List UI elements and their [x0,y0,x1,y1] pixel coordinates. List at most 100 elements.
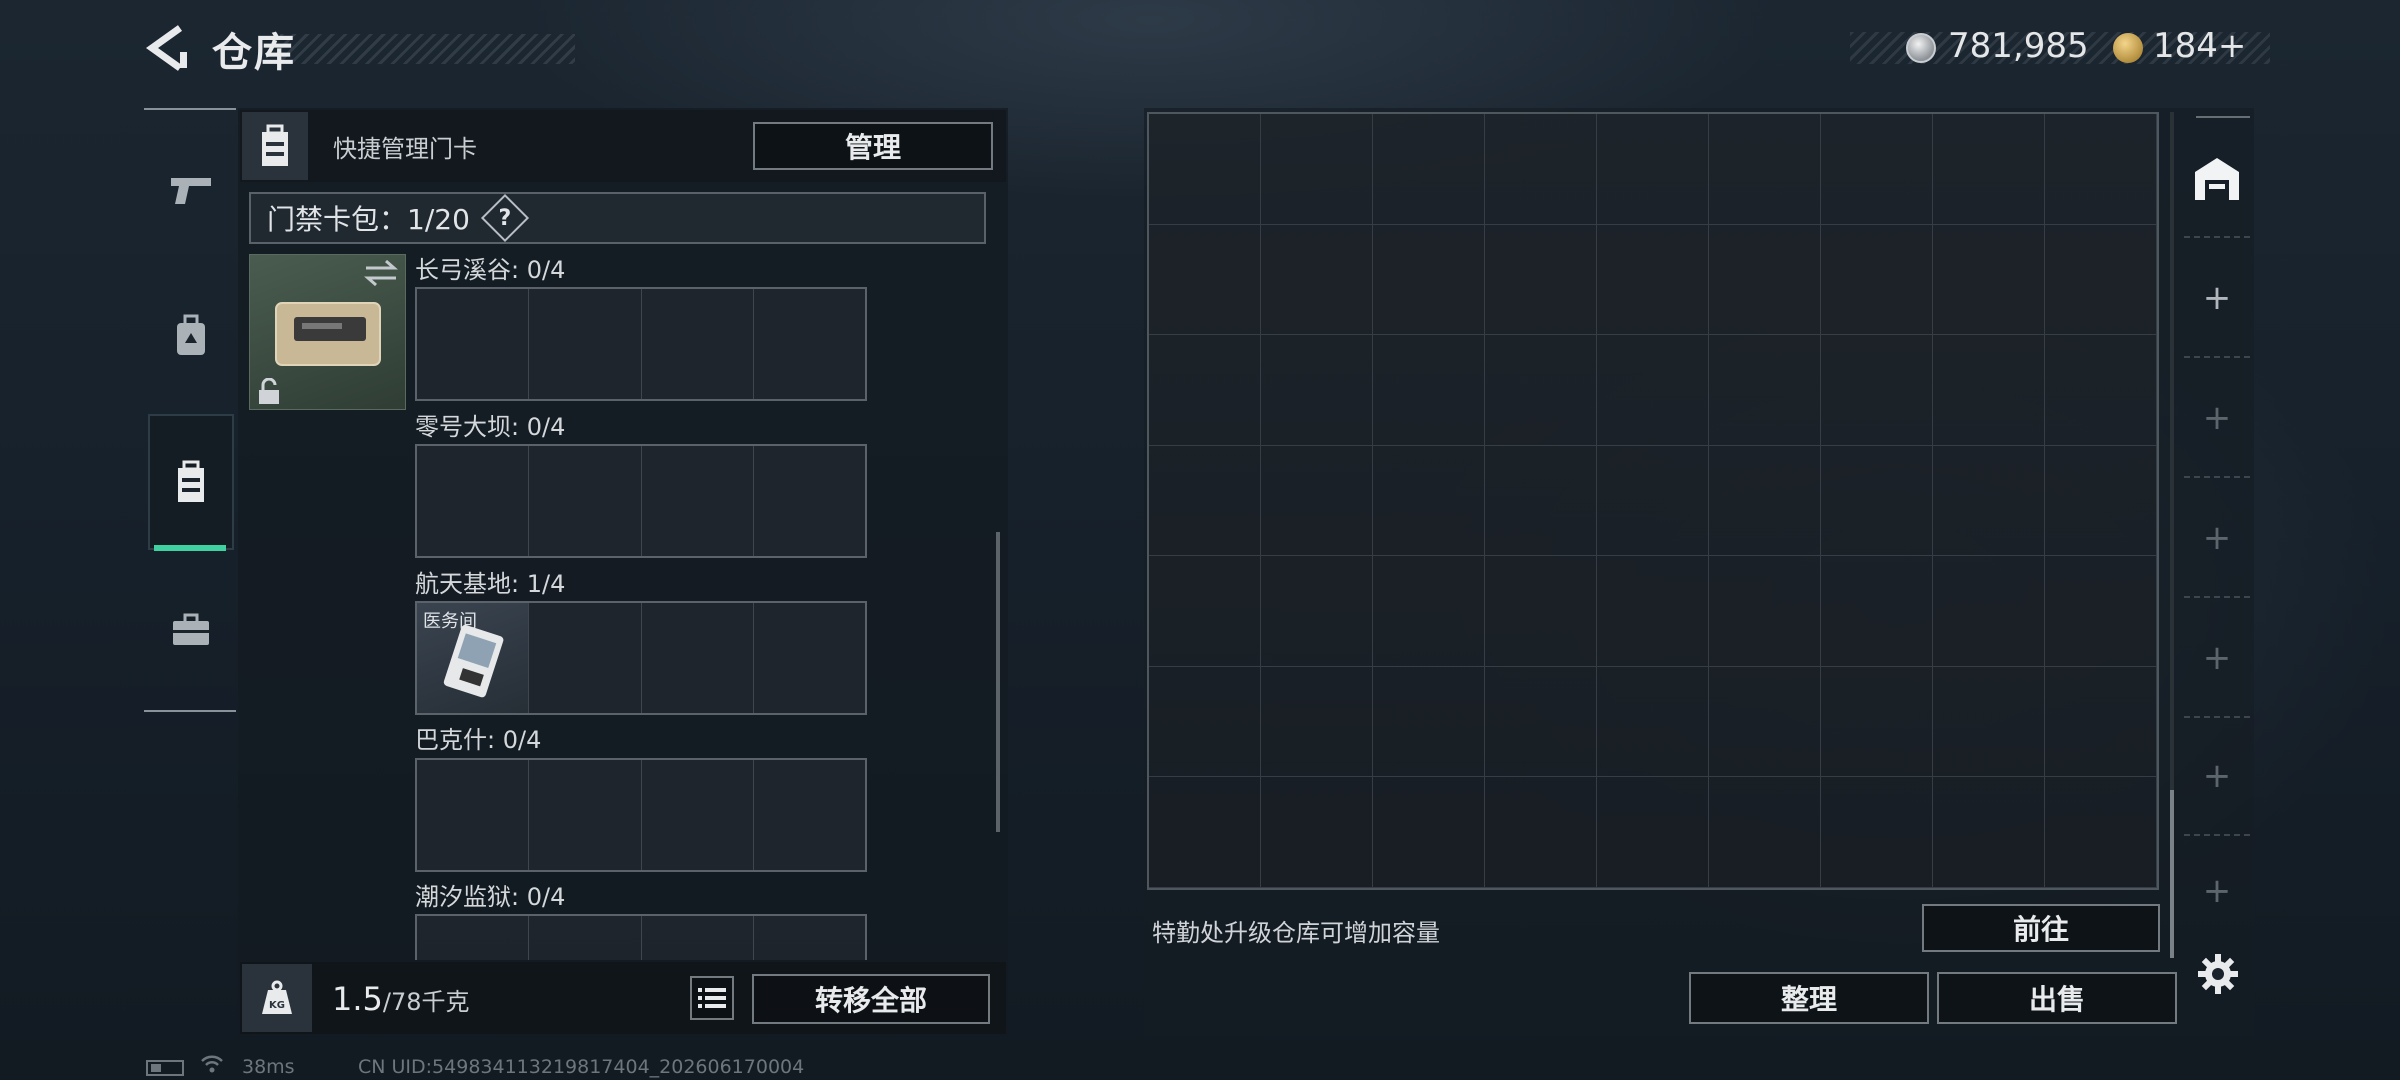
keycard-slot[interactable] [529,603,642,713]
help-icon[interactable]: ? [480,193,529,243]
keycard-slot[interactable] [642,916,754,960]
storage-cell[interactable] [1261,445,1373,557]
storage-cell[interactable] [1597,445,1709,557]
storage-cell[interactable] [1373,335,1485,446]
storage-grid[interactable] [1147,112,2159,890]
storage-cell[interactable] [1149,777,1261,888]
storage-cell[interactable] [2045,777,2157,888]
storage-cell[interactable] [1597,335,1709,446]
storage-cell[interactable] [1821,335,1933,446]
add-currency-button[interactable]: + [2218,26,2247,66]
keycard-slot[interactable] [754,603,865,713]
keycard-slot[interactable] [417,760,530,870]
nav-tab-toolbox[interactable] [148,570,234,690]
storage-cell[interactable] [1485,224,1597,336]
keycard-slot[interactable] [642,603,754,713]
add-storage-tab-button[interactable]: + [2184,836,2250,946]
keycard-slot[interactable] [754,289,865,399]
storage-cell[interactable] [1933,666,2045,778]
keycard-slot[interactable]: 医务间 [417,603,530,713]
storage-cell[interactable] [1373,556,1485,667]
storage-cell[interactable] [2045,335,2157,446]
storage-cell[interactable] [1597,114,1709,225]
keycard-slot[interactable] [529,916,642,960]
keycard-slot[interactable] [417,446,530,556]
keycard-slot[interactable] [529,289,642,399]
storage-cell[interactable] [1597,777,1709,888]
storage-cell[interactable] [1821,666,1933,778]
keycard-slot[interactable] [754,760,865,870]
storage-cell[interactable] [1373,445,1485,557]
storage-cell[interactable] [1933,777,2045,888]
storage-cell[interactable] [1933,445,2045,557]
storage-cell[interactable] [1261,224,1373,336]
manage-button[interactable]: 管理 [753,122,993,170]
storage-cell[interactable] [1149,224,1261,336]
storage-cell[interactable] [1373,224,1485,336]
storage-cell[interactable] [1373,666,1485,778]
storage-cell[interactable] [1149,335,1261,446]
goto-button[interactable]: 前往 [1922,904,2160,952]
gear-icon[interactable] [2196,952,2240,996]
add-storage-tab-button[interactable]: + [2184,360,2250,478]
nav-tab-gear[interactable] [148,275,234,395]
storage-cell[interactable] [2045,224,2157,336]
storage-cell[interactable] [1373,777,1485,888]
storage-cell[interactable] [1485,114,1597,225]
storage-cell[interactable] [1485,777,1597,888]
storage-scrollbar[interactable] [2170,790,2174,958]
storage-cell[interactable] [1485,666,1597,778]
storage-cell[interactable] [1933,556,2045,667]
storage-cell[interactable] [1821,777,1933,888]
storage-cell[interactable] [2045,445,2157,557]
storage-cell[interactable] [1149,114,1261,225]
sell-button[interactable]: 出售 [1937,972,2177,1024]
keycard-slot[interactable] [642,289,754,399]
keycard-slot[interactable] [754,446,865,556]
storage-cell[interactable] [1261,114,1373,225]
tidy-button[interactable]: 整理 [1689,972,1929,1024]
storage-cell[interactable] [1933,114,2045,225]
keycard-slot[interactable] [642,446,754,556]
keycard-slot[interactable] [417,289,530,399]
add-storage-tab-button[interactable]: + [2184,240,2250,358]
storage-cell[interactable] [1933,224,2045,336]
storage-cell[interactable] [1597,224,1709,336]
storage-cell[interactable] [1821,445,1933,557]
storage-cell[interactable] [1709,224,1821,336]
storage-cell[interactable] [1261,666,1373,778]
storage-cell[interactable] [1261,335,1373,446]
list-view-button[interactable] [690,976,734,1020]
storage-cell[interactable] [1597,556,1709,667]
transfer-all-button[interactable]: 转移全部 [752,974,990,1024]
storage-cell[interactable] [1709,777,1821,888]
back-arrow-icon[interactable] [140,22,192,74]
storage-cell[interactable] [1709,114,1821,225]
storage-cell[interactable] [1709,556,1821,667]
storage-cell[interactable] [1821,556,1933,667]
storage-cell[interactable] [1149,666,1261,778]
keycard-slot[interactable] [417,916,530,960]
storage-cell[interactable] [2045,666,2157,778]
add-storage-tab-button[interactable]: + [2184,480,2250,598]
storage-cell[interactable] [1149,445,1261,557]
storage-cell[interactable] [1933,335,2045,446]
keycard-item[interactable]: 医务间 [417,603,529,713]
keycard-slot[interactable] [529,446,642,556]
storage-cell[interactable] [1709,666,1821,778]
nav-tab-weapons[interactable] [148,130,234,250]
nav-tab-keycards[interactable] [148,414,234,550]
premium-currency-balance[interactable]: 184+ [2153,26,2246,66]
storage-tab-main[interactable] [2184,120,2250,238]
storage-cell[interactable] [1485,335,1597,446]
add-storage-tab-button[interactable]: + [2184,600,2250,718]
storage-cell[interactable] [2045,556,2157,667]
storage-cell[interactable] [1149,556,1261,667]
keycard-slot[interactable] [642,760,754,870]
storage-cell[interactable] [1597,666,1709,778]
swap-icon[interactable] [362,258,400,288]
keycard-panel-scrollbar[interactable] [996,532,1000,832]
storage-cell[interactable] [1261,556,1373,667]
storage-cell[interactable] [2045,114,2157,225]
storage-cell[interactable] [1373,114,1485,225]
